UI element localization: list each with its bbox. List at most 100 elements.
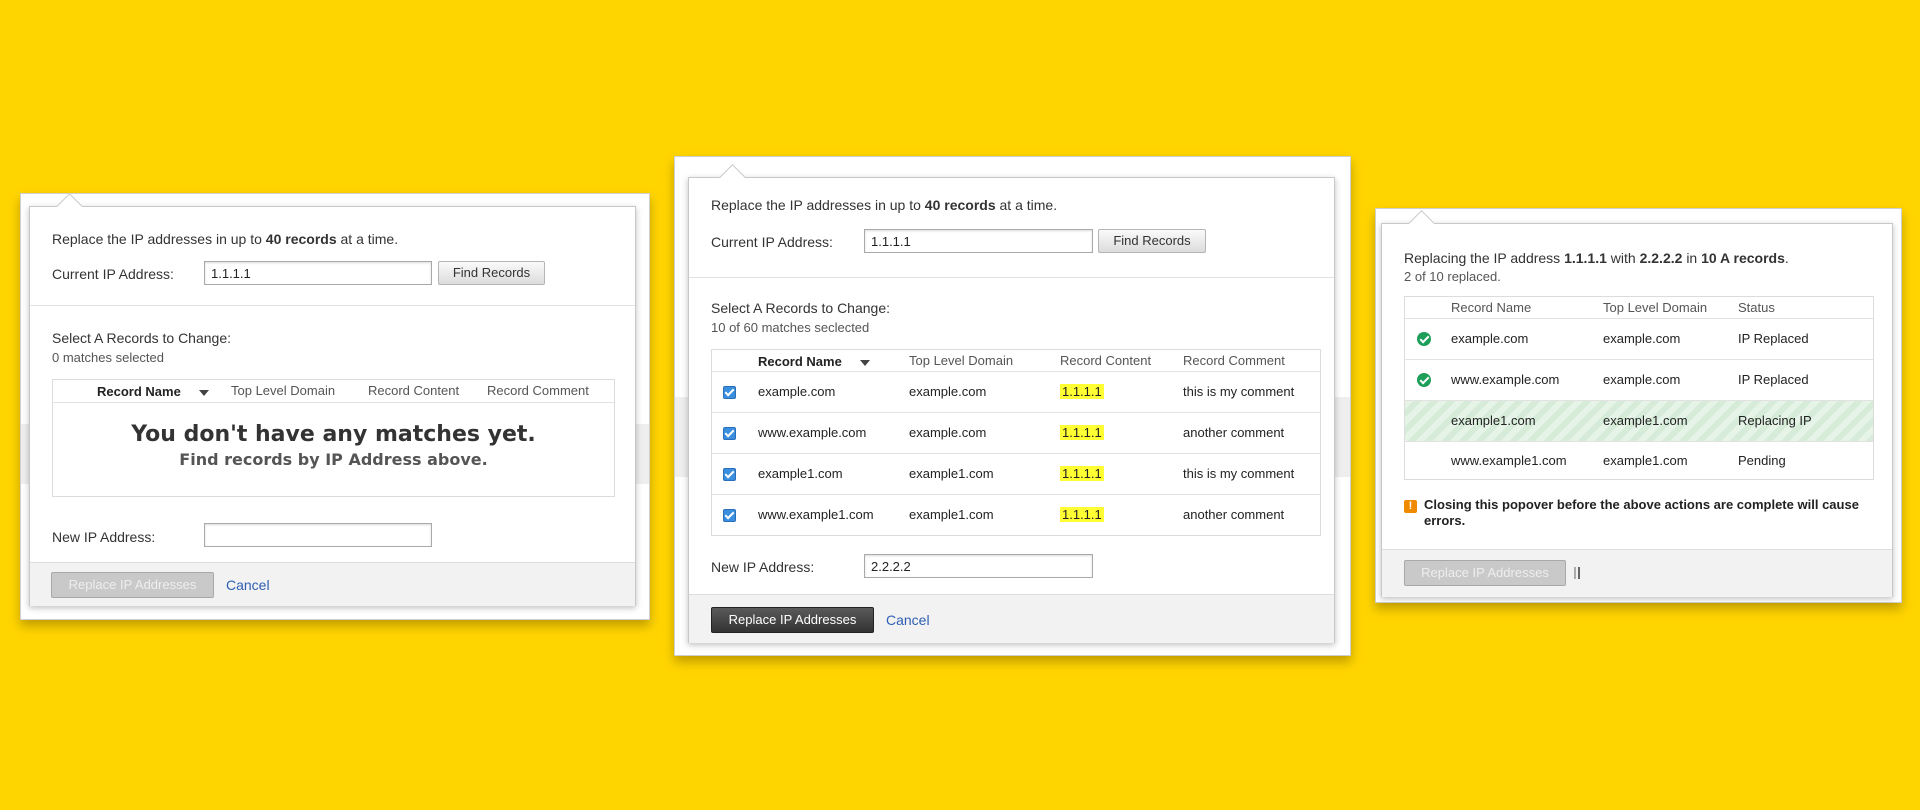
record-status: IP Replaced (1738, 331, 1809, 346)
cancel-link[interactable]: Cancel (226, 577, 270, 593)
current-ip-label: Current IP Address: (52, 266, 174, 282)
replace-ip-popover: Replace the IP addresses in up to 40 rec… (29, 193, 636, 606)
record-content: 1.1.1.1 (1060, 507, 1104, 522)
new-ip-input[interactable] (864, 554, 1093, 578)
record-tld: example1.com (909, 507, 994, 522)
empty-state-title: You don't have any matches yet. (131, 422, 536, 447)
replace-ip-popover: Replacing the IP address 1.1.1.1 with 2.… (1381, 210, 1893, 597)
column-header-record-name[interactable]: Record Name (758, 354, 842, 369)
row-checkbox[interactable] (723, 509, 736, 522)
column-header-tld: Top Level Domain (909, 353, 1014, 368)
record-tld: example.com (1603, 372, 1681, 387)
replace-ip-button: Replace IP Addresses (1404, 560, 1566, 586)
check-icon (1417, 373, 1431, 387)
record-name: www.example.com (1451, 372, 1560, 387)
records-table: Record Name Top Level Domain Record Cont… (52, 379, 615, 497)
record-name: example.com (758, 384, 836, 399)
record-tld: example1.com (909, 466, 994, 481)
table-row[interactable]: www.example1.com example1.com 1.1.1.1 an… (712, 495, 1320, 535)
record-tld: example1.com (1603, 413, 1688, 428)
record-name: www.example1.com (758, 507, 874, 522)
row-checkbox[interactable] (723, 386, 736, 399)
records-table: Record Name Top Level Domain Record Cont… (711, 349, 1321, 536)
record-content: 1.1.1.1 (1060, 466, 1104, 481)
table-row[interactable]: example.com example.com 1.1.1.1 this is … (712, 372, 1320, 412)
select-records-label: Select A Records to Change: (711, 300, 890, 316)
record-content: 1.1.1.1 (1060, 425, 1104, 440)
popover-footer: Replace IP Addresses Cancel (689, 594, 1334, 643)
sort-descending-icon[interactable] (860, 360, 870, 366)
column-header-comment: Record Comment (487, 383, 589, 398)
new-ip-input[interactable] (204, 523, 432, 547)
record-name: example.com (1451, 331, 1529, 346)
replace-ip-button[interactable]: Replace IP Addresses (51, 572, 214, 598)
popover-caret (1408, 210, 1435, 237)
record-status: Replacing IP (1738, 413, 1812, 428)
screenshot-panel-results: Replace the IP addresses in up to 40 rec… (674, 156, 1351, 656)
record-tld: example.com (909, 384, 987, 399)
find-records-button[interactable]: Find Records (1098, 229, 1206, 253)
record-status: IP Replaced (1738, 372, 1809, 387)
table-row[interactable]: example1.com example1.com 1.1.1.1 this i… (712, 454, 1320, 494)
record-name: www.example.com (758, 425, 867, 440)
replace-ip-button[interactable]: Replace IP Addresses (711, 607, 874, 633)
header-divider (53, 402, 614, 403)
column-header-tld: Top Level Domain (1603, 300, 1708, 315)
intro-text: Replace the IP addresses in up to 40 rec… (711, 197, 1058, 213)
select-records-label: Select A Records to Change: (52, 330, 231, 346)
record-tld: example.com (1603, 331, 1681, 346)
screenshot-panel-empty: Replace the IP addresses in up to 40 rec… (20, 193, 650, 620)
table-row[interactable]: www.example.com example.com 1.1.1.1 anot… (712, 413, 1320, 453)
record-name: example1.com (1451, 413, 1536, 428)
record-content: 1.1.1.1 (1060, 384, 1104, 399)
record-name: example1.com (758, 466, 843, 481)
current-ip-label: Current IP Address: (711, 234, 833, 250)
find-records-button[interactable]: Find Records (438, 261, 545, 285)
table-row-in-progress: example1.com example1.com Replacing IP (1405, 401, 1873, 441)
current-ip-input[interactable] (204, 261, 432, 285)
sort-descending-icon[interactable] (199, 390, 209, 396)
popover-footer: Replace IP Addresses Cancel (30, 562, 635, 606)
matches-count: 0 matches selected (52, 350, 165, 365)
popover-footer: Replace IP Addresses (1382, 549, 1892, 597)
empty-state-subtitle: Find records by IP Address above. (179, 450, 488, 469)
popover-caret (56, 193, 83, 220)
record-name: www.example1.com (1451, 453, 1567, 468)
record-comment: this is my comment (1183, 384, 1295, 399)
divider (689, 277, 1334, 278)
warning-message: Closing this popover before the above ac… (1424, 497, 1859, 528)
record-tld: example.com (909, 425, 987, 440)
column-header-content: Record Content (1060, 353, 1152, 368)
record-status: Pending (1738, 453, 1786, 468)
popover-caret (719, 164, 746, 191)
current-ip-input[interactable] (864, 229, 1093, 253)
table-row: www.example.com example.com IP Replaced (1405, 360, 1873, 400)
record-tld: example1.com (1603, 453, 1688, 468)
column-header-comment: Record Comment (1183, 353, 1285, 368)
divider (30, 305, 635, 306)
new-ip-label: New IP Address: (711, 559, 815, 575)
cancel-link[interactable]: Cancel (886, 612, 930, 628)
loading-spinner-icon (1574, 567, 1582, 579)
replace-ip-popover: Replace the IP addresses in up to 40 rec… (688, 164, 1335, 643)
new-ip-label: New IP Address: (52, 529, 156, 545)
column-header-record-name: Record Name (1451, 300, 1532, 315)
record-comment: another comment (1183, 425, 1285, 440)
column-header-record-name[interactable]: Record Name (97, 384, 181, 399)
progress-count: 2 of 10 replaced. (1404, 269, 1501, 284)
progress-intro: Replacing the IP address 1.1.1.1 with 2.… (1404, 250, 1789, 266)
table-row: www.example1.com example1.com Pending (1405, 442, 1873, 479)
record-comment: this is my comment (1183, 466, 1295, 481)
matches-count: 10 of 60 matches seclected (711, 320, 870, 335)
row-checkbox[interactable] (723, 427, 736, 440)
progress-table: Record Name Top Level Domain Status exam… (1404, 296, 1874, 480)
column-header-tld: Top Level Domain (231, 383, 336, 398)
warning-icon: ! (1404, 500, 1417, 513)
table-row: example.com example.com IP Replaced (1405, 319, 1873, 359)
check-icon (1417, 332, 1431, 346)
row-checkbox[interactable] (723, 468, 736, 481)
column-header-content: Record Content (368, 383, 460, 398)
record-comment: another comment (1183, 507, 1285, 522)
screenshot-panel-progress: Replacing the IP address 1.1.1.1 with 2.… (1375, 208, 1902, 603)
intro-text: Replace the IP addresses in up to 40 rec… (52, 231, 399, 247)
